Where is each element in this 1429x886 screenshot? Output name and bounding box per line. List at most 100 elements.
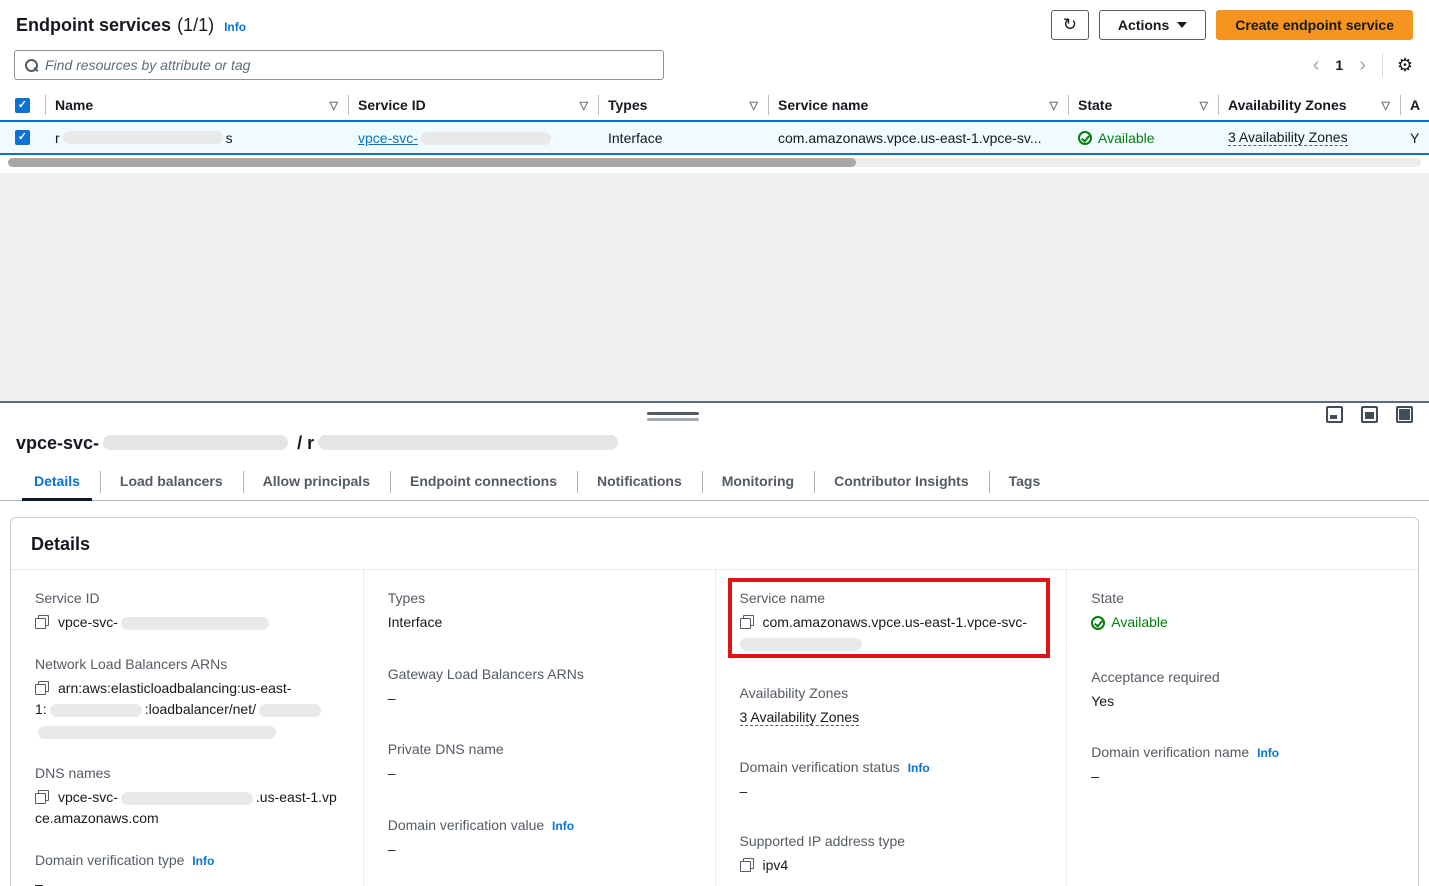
check-icon: ✓ (18, 132, 27, 143)
tab-details[interactable]: Details (14, 464, 100, 500)
actions-button[interactable]: Actions (1099, 10, 1206, 40)
table-row[interactable]: ✓ rs vpce-svc- Interface com.amazonaws.v… (0, 120, 1429, 155)
field-availability-zones: Availability Zones 3 Availability Zones (740, 685, 1043, 729)
scrollbar-thumb[interactable] (8, 158, 856, 167)
table-header-row: ✓ Name▽ Service ID▽ Types▽ Service name▽… (0, 90, 1429, 120)
select-all-checkbox[interactable]: ✓ (15, 98, 30, 113)
redacted-text (121, 792, 253, 805)
panel-layout-bottom-icon[interactable] (1326, 406, 1343, 423)
field-types: Types Interface (388, 590, 691, 634)
column-header-service-id[interactable]: Service ID▽ (348, 90, 598, 120)
tab-allow-principals[interactable]: Allow principals (243, 464, 390, 500)
info-link[interactable]: Info (552, 819, 574, 833)
field-domain-verification-value: Domain verification value Info – (388, 817, 691, 861)
available-check-icon (1091, 616, 1105, 630)
tab-load-balancers[interactable]: Load balancers (100, 464, 243, 500)
sort-icon[interactable]: ▽ (1382, 99, 1390, 112)
cell-service-id: vpce-svc- (348, 122, 598, 153)
redacted-text (38, 726, 276, 739)
field-supported-ip-address-type: Supported IP address type ipv4 (740, 833, 1043, 877)
details-card: Details Service ID vpce-svc- Network Loa… (10, 517, 1419, 886)
redacted-text (318, 435, 618, 450)
info-link[interactable]: Info (224, 20, 246, 34)
result-count: (1/1) (177, 15, 214, 36)
tab-notifications[interactable]: Notifications (577, 464, 702, 500)
column-header-acceptance-clipped[interactable]: A (1400, 90, 1429, 120)
column-header-types[interactable]: Types▽ (598, 90, 768, 120)
info-link[interactable]: Info (908, 761, 930, 775)
row-checkbox-cell: ✓ (0, 122, 45, 153)
field-service-name: Service name com.amazonaws.vpce.us-east-… (740, 590, 1043, 655)
field-nlb-arns: Network Load Balancers ARNs arn:aws:elas… (35, 656, 339, 743)
horizontal-scrollbar[interactable] (8, 158, 1421, 167)
redacted-text (63, 131, 223, 144)
cell-name: rs (45, 122, 348, 153)
redacted-text (259, 704, 321, 717)
details-column-4: State Available Acceptance required Yes … (1066, 570, 1418, 886)
cell-service-name: com.amazonaws.vpce.us-east-1.vpce-sv... (768, 122, 1068, 153)
page-number[interactable]: 1 (1335, 57, 1343, 73)
tab-tags[interactable]: Tags (989, 464, 1061, 500)
copy-icon[interactable] (35, 681, 49, 695)
field-dns-names: DNS names vpce-svc-.us-east-1.vpce.amazo… (35, 765, 339, 830)
split-panel-drag-handle[interactable] (647, 412, 699, 421)
copy-icon[interactable] (740, 858, 754, 872)
availability-zones-link[interactable]: 3 Availability Zones (740, 709, 860, 726)
refresh-button[interactable]: ↻ (1051, 10, 1089, 40)
service-id-link[interactable]: vpce-svc- (358, 130, 554, 146)
sort-icon[interactable]: ▽ (1050, 99, 1058, 112)
cell-availability-zones: 3 Availability Zones (1218, 122, 1400, 153)
field-acceptance-required: Acceptance required Yes (1091, 669, 1394, 713)
redacted-text (121, 617, 269, 630)
empty-area (0, 173, 1429, 401)
cell-state: Available (1068, 122, 1218, 153)
sort-icon[interactable]: ▽ (330, 99, 338, 112)
info-link[interactable]: Info (192, 854, 214, 868)
column-header-name[interactable]: Name▽ (45, 90, 348, 120)
endpoint-services-panel: Endpoint services (1/1) Info ↻ Actions C… (0, 0, 1429, 167)
info-link[interactable]: Info (1257, 746, 1279, 760)
page-prev-button[interactable]: ‹ (1311, 55, 1322, 75)
panel-title: vpce-svc- / r (0, 429, 1429, 464)
panel-layout-full-icon[interactable] (1396, 406, 1413, 423)
copy-icon[interactable] (35, 790, 49, 804)
redacted-text (103, 435, 288, 450)
cell-types: Interface (598, 122, 768, 153)
field-gateway-lb-arns: Gateway Load Balancers ARNs – (388, 666, 691, 710)
search-box[interactable] (14, 50, 664, 80)
page-title: Endpoint services (16, 15, 171, 36)
redacted-text (740, 638, 862, 651)
availability-zones-link[interactable]: 3 Availability Zones (1228, 129, 1348, 146)
column-header-service-name[interactable]: Service name▽ (768, 90, 1068, 120)
panel-layout-half-icon[interactable] (1361, 406, 1378, 423)
tab-contributor-insights[interactable]: Contributor Insights (814, 464, 989, 500)
column-header-availability-zones[interactable]: Availability Zones▽ (1218, 90, 1400, 120)
column-header-state[interactable]: State▽ (1068, 90, 1218, 120)
tab-monitoring[interactable]: Monitoring (702, 464, 814, 500)
sort-icon[interactable]: ▽ (1200, 99, 1208, 112)
split-panel: vpce-svc- / r Details Load balancers All… (0, 401, 1429, 886)
details-column-2: Types Interface Gateway Load Balancers A… (363, 570, 715, 886)
sort-icon[interactable]: ▽ (580, 99, 588, 112)
cell-acceptance-clipped: Y (1400, 122, 1429, 153)
redacted-text (421, 132, 551, 145)
toolbar-row: ‹ 1 › ⚙ (0, 46, 1429, 90)
row-checkbox[interactable]: ✓ (15, 130, 30, 145)
settings-gear-icon[interactable]: ⚙ (1397, 56, 1413, 74)
tab-bar: Details Load balancers Allow principals … (0, 464, 1429, 501)
create-endpoint-service-button[interactable]: Create endpoint service (1216, 10, 1413, 40)
sort-icon[interactable]: ▽ (750, 99, 758, 112)
search-icon (25, 59, 37, 71)
redacted-text (50, 704, 142, 717)
copy-icon[interactable] (35, 615, 49, 629)
details-card-title: Details (31, 534, 90, 554)
tab-endpoint-connections[interactable]: Endpoint connections (390, 464, 577, 500)
select-all-checkbox-cell: ✓ (0, 90, 45, 120)
refresh-icon: ↻ (1063, 15, 1077, 35)
field-domain-verification-name: Domain verification name Info – (1091, 744, 1394, 788)
field-domain-verification-type: Domain verification type Info – (35, 852, 339, 886)
copy-icon[interactable] (740, 615, 754, 629)
field-state: State Available (1091, 590, 1394, 637)
search-input[interactable] (45, 57, 653, 73)
page-next-button[interactable]: › (1357, 55, 1368, 75)
